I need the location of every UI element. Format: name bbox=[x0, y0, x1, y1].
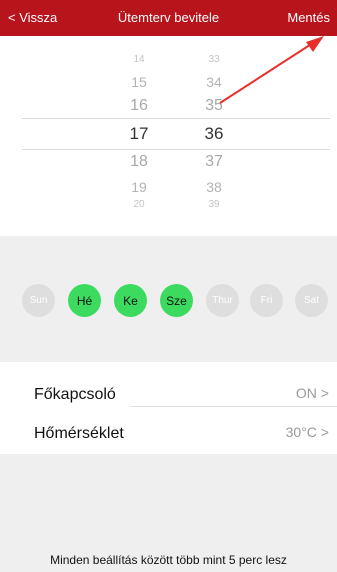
picker-selection-top-line bbox=[22, 118, 330, 119]
temperature-value: 30°C > bbox=[285, 424, 329, 440]
minute-wheel[interactable]: 33 34 35 36 37 38 39 bbox=[184, 36, 244, 220]
hour-option[interactable]: 20 bbox=[109, 199, 169, 210]
temperature-row[interactable]: Hőmérséklet 30°C > bbox=[0, 414, 337, 451]
temperature-label: Hőmérséklet bbox=[34, 425, 124, 442]
day-toggle[interactable]: Sat bbox=[295, 284, 328, 317]
save-button[interactable]: Mentés bbox=[287, 10, 330, 25]
minute-option[interactable]: 37 bbox=[184, 153, 244, 171]
time-picker[interactable]: 14 15 16 17 18 19 20 33 34 35 36 37 38 39 bbox=[0, 36, 337, 220]
hour-option[interactable]: 18 bbox=[109, 153, 169, 171]
minute-option[interactable]: 36 bbox=[184, 124, 244, 144]
minute-option[interactable]: 35 bbox=[184, 97, 244, 115]
picker-selection-bottom-line bbox=[22, 149, 330, 150]
hour-option[interactable]: 16 bbox=[109, 97, 169, 115]
minute-option[interactable]: 33 bbox=[184, 54, 244, 65]
day-toggle[interactable]: Thur bbox=[206, 284, 239, 317]
minute-option[interactable]: 38 bbox=[184, 179, 244, 195]
day-toggle[interactable]: Hé bbox=[68, 284, 101, 317]
hour-wheel[interactable]: 14 15 16 17 18 19 20 bbox=[109, 36, 169, 220]
main-switch-value: ON > bbox=[295, 385, 329, 401]
day-toggle[interactable]: Fri bbox=[250, 284, 283, 317]
hour-option[interactable]: 15 bbox=[109, 74, 169, 90]
minute-option[interactable]: 39 bbox=[184, 199, 244, 210]
nav-bar: < Vissza Ütemterv bevitele Mentés bbox=[0, 0, 337, 36]
day-toggle[interactable]: Sze bbox=[160, 284, 193, 317]
main-switch-label: Főkapcsoló bbox=[34, 386, 116, 403]
hour-option[interactable]: 14 bbox=[109, 54, 169, 65]
minute-option[interactable]: 34 bbox=[184, 74, 244, 90]
back-button[interactable]: < Vissza bbox=[8, 10, 57, 25]
row-divider bbox=[130, 406, 337, 407]
hour-option[interactable]: 19 bbox=[109, 179, 169, 195]
footer-note: Minden beállítás között több mint 5 perc… bbox=[50, 553, 287, 567]
day-toggle[interactable]: Sun bbox=[22, 284, 55, 317]
hour-option[interactable]: 17 bbox=[109, 124, 169, 144]
day-toggle[interactable]: Ke bbox=[114, 284, 147, 317]
